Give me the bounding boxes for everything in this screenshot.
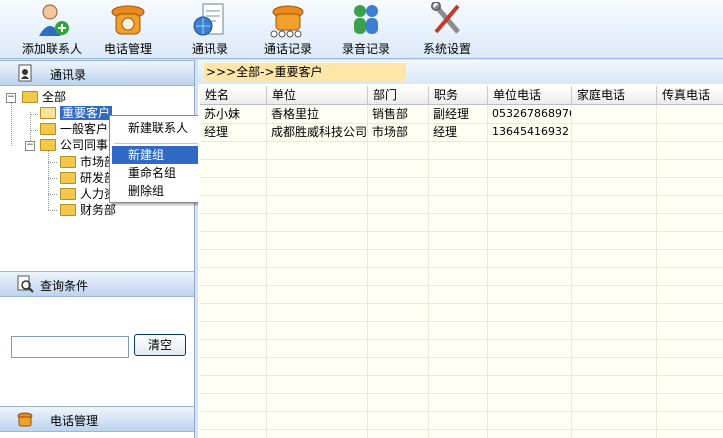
call-log-icon <box>270 5 304 38</box>
cell-home-phone <box>572 123 656 141</box>
tree-node-all[interactable]: 全部 <box>22 89 66 105</box>
recording-button[interactable]: 录音记录 <box>338 0 394 58</box>
cell-company: 香格里拉 <box>271 107 320 121</box>
address-book-icon <box>193 3 224 36</box>
telephone-icon <box>111 5 145 35</box>
column-header-home-phone[interactable]: 家庭电话 <box>572 86 657 105</box>
cell-work-phone: 13645416932 <box>492 125 569 138</box>
column-header-title[interactable]: 职务 <box>429 86 488 105</box>
menu-item-rename-group[interactable]: 重命名组 <box>112 164 210 182</box>
folder-icon <box>60 187 76 200</box>
main-toolbar: 添加联系人 电话管理 通讯录 通话记录 录音记录 系统设置 <box>0 0 723 59</box>
tree-node-dept[interactable]: 市场部 <box>60 154 116 170</box>
expand-toggle[interactable]: − <box>25 141 35 151</box>
clear-button[interactable]: 清空 <box>134 334 186 356</box>
cell-fax <box>657 105 723 123</box>
tree-node-dept[interactable]: 研发部 <box>60 170 116 186</box>
contacts-panel-title: 通讯录 <box>50 68 87 82</box>
call-log-button[interactable]: 通话记录 <box>258 0 318 58</box>
breadcrumb-bar: >>>全部->重要客户 <box>198 60 723 84</box>
tree-node-important[interactable]: 重要客户 <box>40 105 113 121</box>
tree-node-colleagues[interactable]: 公司同事 <box>40 137 108 153</box>
expand-toggle[interactable]: − <box>6 93 16 103</box>
system-settings-label: 系统设置 <box>422 42 471 56</box>
cell-home-phone <box>572 105 656 123</box>
query-panel-title: 查询条件 <box>40 279 89 293</box>
recording-label: 录音记录 <box>341 42 390 56</box>
settings-icon <box>431 2 460 34</box>
system-settings-button[interactable]: 系统设置 <box>418 0 476 58</box>
tree-node-dept[interactable]: 财务部 <box>60 202 116 218</box>
menu-item-new-contact[interactable]: 新建联系人 <box>112 119 210 137</box>
search-icon <box>17 275 34 293</box>
column-header-department[interactable]: 部门 <box>368 86 429 105</box>
cell-department: 市场部 <box>372 125 409 139</box>
cell-work-phone: 053267868976 <box>492 107 571 120</box>
cell-fax <box>657 123 723 141</box>
phone-manage-button[interactable]: 电话管理 <box>96 0 160 58</box>
folder-icon <box>40 122 56 135</box>
cell-name: 经理 <box>204 125 229 139</box>
contacts-panel-header[interactable]: 通讯录 <box>0 60 194 86</box>
phone-panel-header[interactable]: 电话管理 <box>0 406 194 432</box>
folder-icon <box>22 90 38 103</box>
folder-icon <box>40 138 56 151</box>
contact-list-panel: >>>全部->重要客户 姓名 单位 部门 职务 单位电话 家庭电话 传真电话 苏… <box>198 60 723 438</box>
column-header-name[interactable]: 姓名 <box>200 86 267 105</box>
query-input[interactable] <box>11 336 129 358</box>
phone-manage-label: 电话管理 <box>103 42 152 56</box>
folder-icon <box>60 155 76 168</box>
phone-panel-title: 电话管理 <box>50 414 99 428</box>
menu-separator <box>114 143 208 144</box>
cell-company: 成都胜威科技公司 <box>271 125 367 139</box>
telephone-icon <box>17 412 33 427</box>
address-book-icon <box>18 64 32 82</box>
call-log-label: 通话记录 <box>263 42 312 56</box>
folder-icon <box>60 203 76 216</box>
folder-icon <box>60 171 76 184</box>
contact-table[interactable]: 姓名 单位 部门 职务 单位电话 家庭电话 传真电话 苏小妹 香格里拉 销售部 … <box>200 86 723 438</box>
menu-item-delete-group[interactable]: 删除组 <box>112 182 210 200</box>
column-header-fax[interactable]: 传真电话 <box>657 86 723 105</box>
address-book-button[interactable]: 通讯录 <box>184 0 236 58</box>
column-header-company[interactable]: 单位 <box>267 86 368 105</box>
add-contact-label: 添加联系人 <box>21 42 82 56</box>
breadcrumb: >>>全部->重要客户 <box>204 63 406 81</box>
query-panel-header[interactable]: 查询条件 <box>0 271 194 297</box>
cell-name: 苏小妹 <box>204 107 241 121</box>
column-header-work-phone[interactable]: 单位电话 <box>488 86 572 105</box>
cell-title: 经理 <box>433 125 458 139</box>
address-book-label: 通讯录 <box>191 42 228 56</box>
tree-node-general[interactable]: 一般客户 <box>40 121 108 137</box>
cell-title: 副经理 <box>433 107 470 121</box>
menu-item-new-group[interactable]: 新建组 <box>112 146 210 164</box>
add-contact-button[interactable]: 添加联系人 <box>14 0 90 58</box>
cell-department: 销售部 <box>372 107 409 121</box>
recording-icon <box>354 5 378 34</box>
folder-open-icon <box>40 106 56 119</box>
add-contact-icon <box>39 4 69 36</box>
